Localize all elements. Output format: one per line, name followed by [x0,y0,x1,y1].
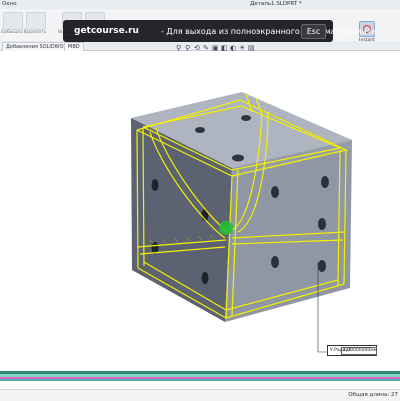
solidworks-window: Окно Деталь1.SLDPRT * Бобышка Вырезать В… [0,0,400,401]
revolve-boss-button[interactable] [26,12,46,30]
hole-top-3 [195,127,205,133]
status-bar: Общая длина: 27 [0,389,400,401]
radius-callout[interactable]: У.Радиус: 1.00000000мм [327,345,377,356]
graphics-area[interactable] [0,51,400,371]
banner-message: - Для выхода из полноэкранного режима на… [161,26,377,36]
hole-right-3 [271,256,279,268]
hole-right-5 [318,260,326,272]
esc-key-badge[interactable]: Esc [301,24,326,39]
origin-marker[interactable] [219,221,233,235]
radius-value-field[interactable]: 1.00000000мм [341,347,377,355]
hole-right-4 [318,218,326,230]
hole-left-1 [151,179,159,191]
banner-brand: getcourse.ru [74,26,139,36]
ribbon-label-2: Вырезать [23,30,47,35]
hole-left-4 [201,272,209,284]
hole-top-1 [232,154,244,162]
model-canvas [131,92,352,353]
extrude-boss-button[interactable] [3,12,23,30]
ribbon-label-1: Бобышка [1,30,23,35]
document-title: Деталь1.SLDPRT * [250,1,302,7]
tab-mbd[interactable]: MBD [64,42,84,51]
hole-top-2 [241,115,251,121]
timeline-stripe [0,379,400,381]
status-total-length: Общая длина: 27 [348,392,398,398]
fullscreen-banner: getcourse.ru - Для выхода из полноэкранн… [63,20,376,42]
hole-right-2 [321,176,329,188]
hole-right-1 [271,186,279,198]
menu-window[interactable]: Окно [2,1,17,7]
